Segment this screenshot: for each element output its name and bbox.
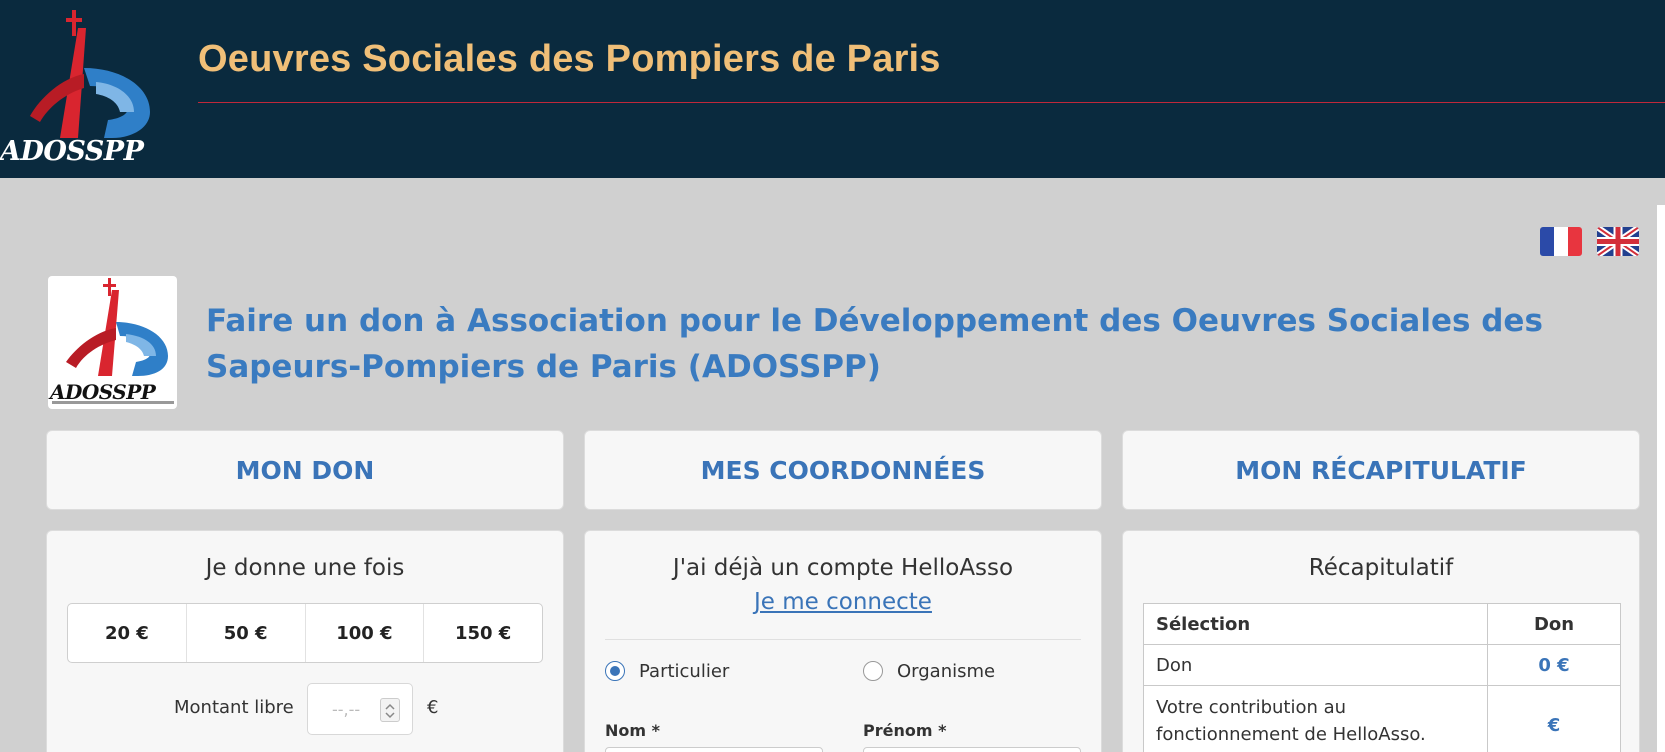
col-header-selection: Sélection [1143,603,1488,645]
site-title[interactable]: Oeuvres Sociales des Pompiers de Paris [198,38,941,81]
site-header: ADOSSPP Oeuvres Sociales des Pompiers de… [0,0,1665,178]
login-link[interactable]: Je me connecte [585,589,1101,615]
amount-button-150[interactable]: 150 € [424,604,542,662]
org-logo-tagline [52,401,174,404]
page-scroll-edge [1657,205,1665,752]
recap-title: Récapitulatif [1308,555,1454,581]
amount-button-50[interactable]: 50 € [187,604,306,662]
prenom-input[interactable] [863,747,1081,752]
col-header-don: Don [1487,603,1621,645]
uk-flag-icon[interactable] [1597,227,1639,256]
free-amount-label: Montant libre [174,697,294,718]
table-row: Votre contribution au fonctionnement de … [1143,685,1621,752]
stepper-chevrons-icon [385,703,395,719]
prenom-label: Prénom * [863,721,947,740]
logo-text: ADOSSPP [0,136,144,167]
row-label: Don [1143,644,1488,686]
row-value: 0 € [1487,644,1621,686]
donation-card: Je donne une fois 20 € 50 € 100 € 150 € … [46,530,564,752]
nom-label: Nom * [605,721,660,740]
free-amount-placeholder: --,-- [332,700,361,719]
title-divider [198,102,1665,103]
account-card: J'ai déjà un compte HelloAsso Je me conn… [584,530,1102,752]
amount-selector: 20 € 50 € 100 € 150 € [67,603,543,663]
org-logo: ADOSSPP [48,276,177,409]
france-flag-icon[interactable] [1540,227,1582,256]
recap-card: Récapitulatif Sélection Don Don 0 € Votr… [1122,530,1640,752]
amount-button-100[interactable]: 100 € [306,604,425,662]
amount-stepper[interactable] [380,698,400,722]
account-title: J'ai déjà un compte HelloAsso [672,555,1014,581]
table-header-row: Sélection Don [1143,603,1621,645]
currency-symbol: € [427,697,439,718]
free-amount-input[interactable]: --,-- [307,683,413,735]
radio-organisme-label[interactable]: Organisme [897,661,995,682]
amount-button-20[interactable]: 20 € [68,604,187,662]
nom-input[interactable] [605,747,823,752]
row-value[interactable]: € [1487,685,1621,752]
row-label: Votre contribution au fonctionnement de … [1143,685,1488,752]
donation-title: Je donne une fois [205,555,405,581]
recap-table: Sélection Don Don 0 € Votre contribution… [1143,603,1621,752]
page-title: Faire un don à Association pour le Dével… [206,303,1543,385]
account-divider [605,639,1081,640]
org-logo-tower-icon [66,278,168,376]
radio-organisme[interactable] [863,661,883,681]
radio-particulier-label[interactable]: Particulier [639,661,729,682]
step-mon-don[interactable]: MON DON [46,430,564,510]
radio-particulier[interactable] [605,661,625,681]
adosspp-logo[interactable]: ADOSSPP [0,8,160,167]
step-mes-coordonnees[interactable]: MES COORDONNÉES [584,430,1102,510]
step-mon-recapitulatif[interactable]: MON RÉCAPITULATIF [1122,430,1640,510]
table-row: Don 0 € [1143,644,1621,686]
